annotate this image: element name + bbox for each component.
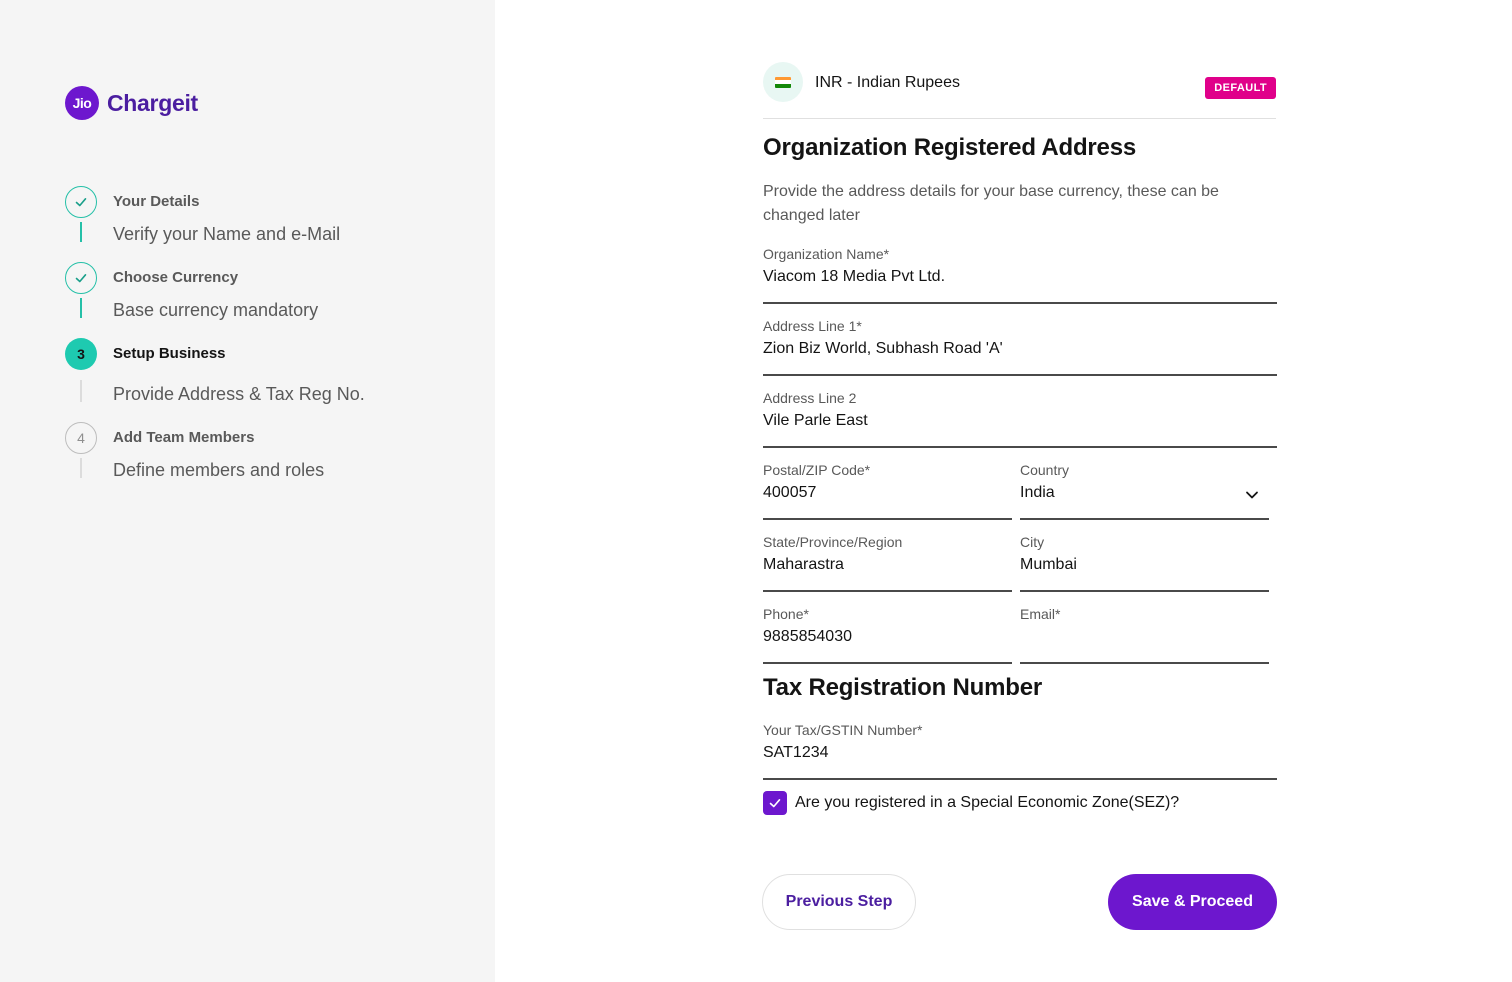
- address-line-1-field[interactable]: Address Line 1* Zion Biz World, Subhash …: [763, 318, 1277, 376]
- tax-gstin-field[interactable]: Your Tax/GSTIN Number* SAT1234: [763, 722, 1277, 780]
- sez-checkbox[interactable]: [763, 791, 787, 815]
- check-icon: [769, 799, 781, 808]
- jio-logo-icon: Jio: [65, 86, 99, 120]
- step-connector: [80, 380, 82, 402]
- step-subtitle: Verify your Name and e-Mail: [113, 224, 341, 244]
- step-number: 4: [65, 422, 97, 454]
- field-label: Your Tax/GSTIN Number*: [763, 722, 923, 738]
- field-value: Vile Parle East: [763, 412, 868, 429]
- step-connector: [80, 298, 82, 318]
- step-title: Setup Business: [113, 345, 226, 362]
- address-section-title: Organization Registered Address: [763, 134, 1136, 161]
- step-subtitle: Base currency mandatory: [113, 300, 319, 320]
- city-field[interactable]: City Mumbai: [1020, 534, 1269, 592]
- step-connector: [80, 458, 82, 478]
- postal-code-field[interactable]: Postal/ZIP Code* 400057: [763, 462, 1012, 520]
- sidebar: Jio Chargeit Your Details Verify your Na…: [0, 0, 495, 982]
- field-value: Mumbai: [1020, 556, 1077, 573]
- state-field[interactable]: State/Province/Region Maharastra: [763, 534, 1012, 592]
- field-label: Email*: [1020, 606, 1061, 622]
- tax-section-title: Tax Registration Number: [763, 674, 1043, 701]
- step-title: Choose Currency: [113, 269, 239, 286]
- chevron-down-icon[interactable]: [1245, 488, 1259, 502]
- logo: Jio Chargeit: [65, 86, 198, 120]
- field-label: Organization Name*: [763, 246, 890, 262]
- field-label: Address Line 1*: [763, 318, 862, 334]
- phone-field[interactable]: Phone* 9885854030: [763, 606, 1012, 664]
- field-value: 400057: [763, 484, 817, 501]
- step-number: 3: [65, 338, 97, 370]
- address-line-2-field[interactable]: Address Line 2 Vile Parle East: [763, 390, 1277, 448]
- brand-name: Chargeit: [107, 89, 198, 116]
- field-value: Zion Biz World, Subhash Road 'A': [763, 340, 1003, 357]
- sez-checkbox-label: Are you registered in a Special Economic…: [795, 794, 1180, 811]
- field-value: 9885854030: [763, 628, 852, 645]
- step-subtitle: Provide Address & Tax Reg No.: [113, 384, 365, 404]
- field-value: Viacom 18 Media Pvt Ltd.: [763, 268, 946, 285]
- step-title: Your Details: [113, 193, 200, 210]
- organization-name-field[interactable]: Organization Name* Viacom 18 Media Pvt L…: [763, 246, 1277, 304]
- email-field[interactable]: Email*: [1020, 606, 1269, 664]
- default-badge: DEFAULT: [1205, 77, 1276, 99]
- field-label: Country: [1020, 462, 1070, 478]
- step-connector: [80, 222, 82, 242]
- field-label: Address Line 2: [763, 390, 857, 406]
- check-icon: [65, 262, 97, 294]
- base-currency-row: INR - Indian Rupees DEFAULT: [763, 62, 1276, 119]
- india-flag-icon: [763, 62, 803, 102]
- check-icon: [65, 186, 97, 218]
- field-label: Phone*: [763, 606, 809, 622]
- step-subtitle: Define members and roles: [113, 460, 325, 480]
- field-value: Maharastra: [763, 556, 844, 573]
- field-label: City: [1020, 534, 1045, 550]
- step-title: Add Team Members: [113, 429, 255, 446]
- field-label: State/Province/Region: [763, 534, 903, 550]
- field-value: SAT1234: [763, 744, 829, 761]
- field-label: Postal/ZIP Code*: [763, 462, 871, 478]
- save-proceed-button[interactable]: Save & Proceed: [1108, 874, 1277, 930]
- address-section-description: Provide the address details for your bas…: [763, 183, 1219, 224]
- sez-checkbox-row[interactable]: Are you registered in a Special Economic…: [763, 791, 1179, 815]
- country-select[interactable]: Country India: [1020, 462, 1269, 520]
- field-value: India: [1020, 484, 1055, 501]
- currency-name: INR - Indian Rupees: [815, 74, 960, 91]
- previous-step-button[interactable]: Previous Step: [762, 874, 916, 930]
